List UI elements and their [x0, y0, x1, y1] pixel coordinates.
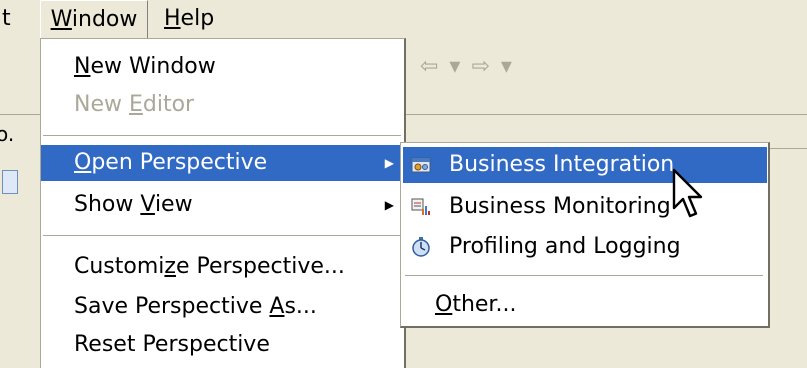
menu-separator [43, 135, 401, 136]
menu-item-new-window[interactable]: New Window [41, 49, 404, 85]
menu-item-show-view[interactable]: Show View ▶ [41, 187, 404, 223]
submenu-item-business-integration[interactable]: Business Integration [403, 147, 767, 183]
menubar-item-partial[interactable]: t [0, 0, 11, 38]
submenu-item-profiling-and-logging[interactable]: Profiling and Logging [403, 229, 767, 265]
menubar-item-help[interactable]: Help [160, 0, 218, 38]
menubar-item-window[interactable]: Window [40, 0, 148, 38]
business-integration-icon [411, 157, 431, 173]
menu-bar: t Window Help [0, 0, 807, 38]
menu-item-new-editor[interactable]: New Editor [41, 87, 404, 123]
menu-item-open-perspective[interactable]: Open Perspective ▶ [41, 145, 404, 181]
submenu-item-business-monitoring[interactable]: Business Monitoring [403, 189, 767, 225]
business-monitoring-icon [411, 198, 430, 215]
menu-item-reset-perspective[interactable]: Reset Perspective [41, 327, 404, 363]
open-perspective-submenu: Business Integration Business Monitoring… [400, 142, 770, 328]
panel-view-icon [2, 170, 18, 194]
menu-separator [43, 235, 401, 236]
stopwatch-icon [412, 237, 430, 257]
mouse-cursor-icon [672, 168, 703, 218]
nav-arrows[interactable]: ⇦ ▾ ⇨ ▾ [420, 54, 514, 79]
window-menu: New Window New Editor Open Perspective ▶… [40, 38, 406, 368]
submenu-arrow-icon: ▶ [384, 198, 394, 212]
submenu-arrow-icon: ▶ [384, 156, 394, 170]
submenu-separator [405, 275, 763, 276]
menu-item-save-perspective-as[interactable]: Save Perspective As... [41, 289, 404, 325]
panel-tab[interactable]: o. [0, 122, 14, 146]
submenu-item-other[interactable]: Other... [403, 287, 767, 323]
menu-item-customize-perspective[interactable]: Customize Perspective... [41, 249, 404, 285]
